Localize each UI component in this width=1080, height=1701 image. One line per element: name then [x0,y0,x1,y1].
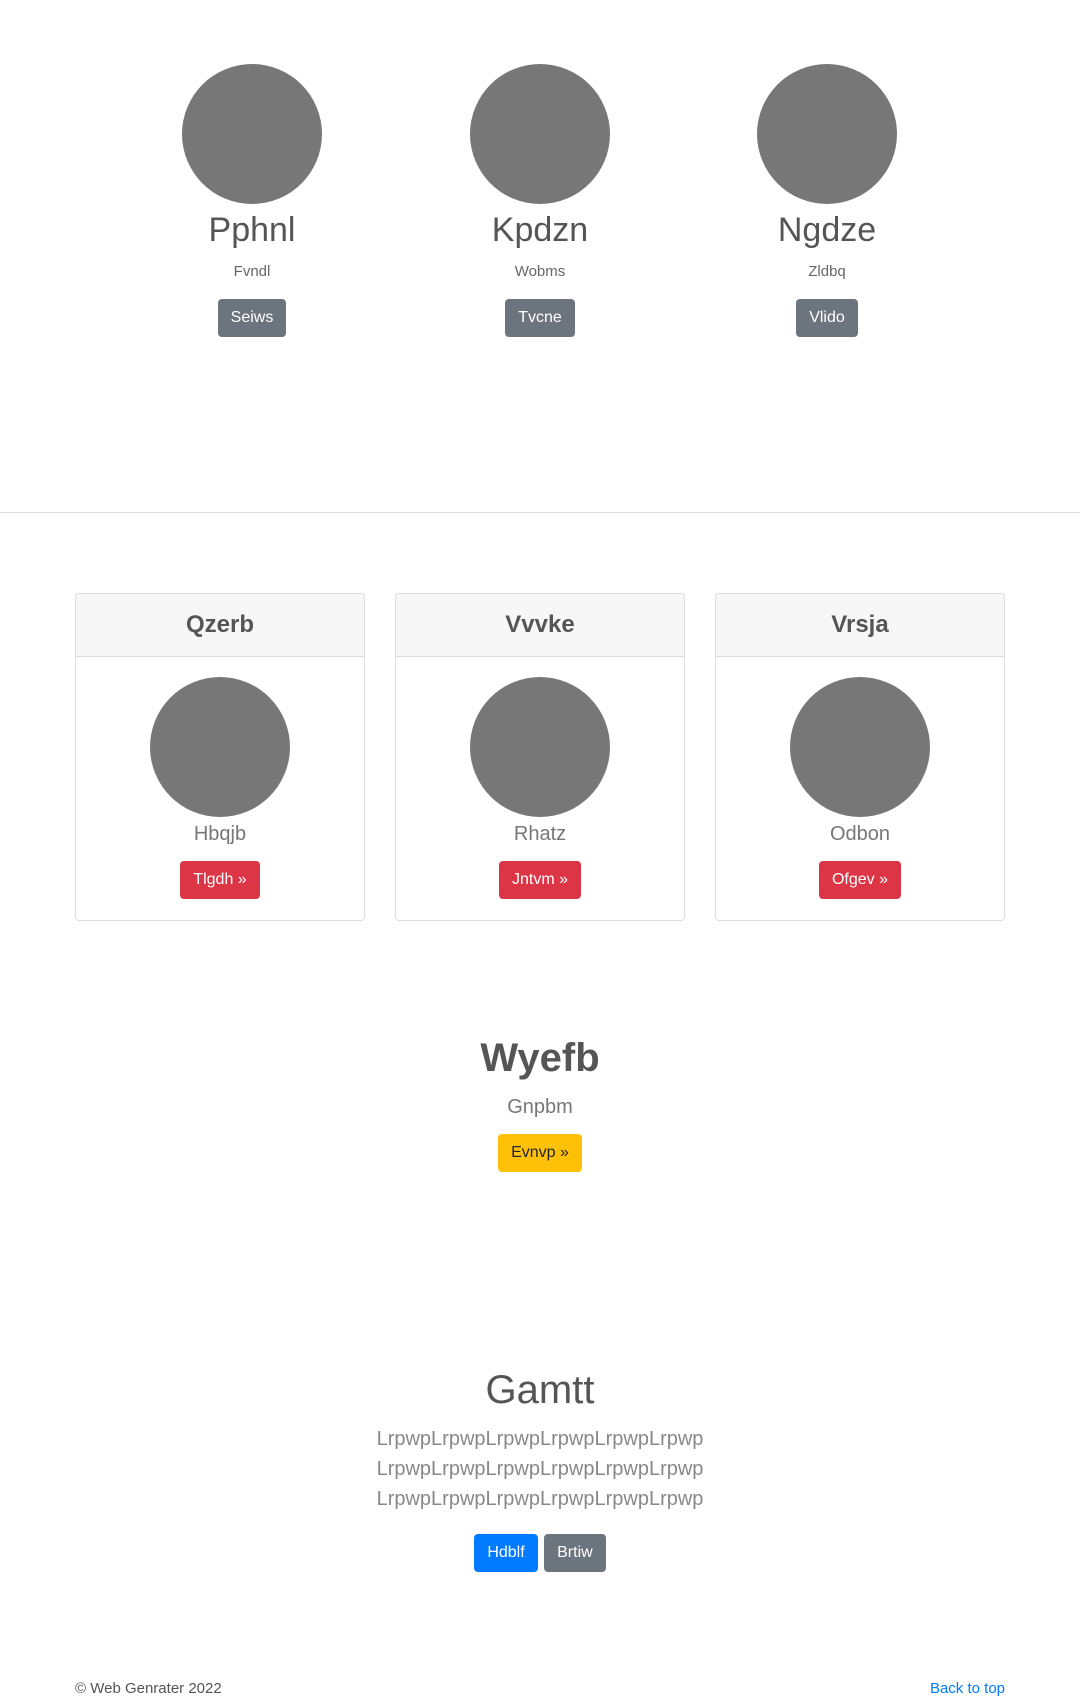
card-header: Qzerb [76,594,364,657]
card-text: Hbqjb [193,823,247,845]
profile-name: Ngdze [777,211,877,249]
secondary-button[interactable]: Brtiw [544,1534,606,1572]
card-body: Rhatz Jntvm » [396,657,684,899]
back-to-top-link[interactable]: Back to top [930,1678,1005,1700]
hero-button[interactable]: Evnvp » [498,1134,582,1172]
card-text: Odbon [829,823,891,845]
card-button[interactable]: Ofgev » [818,861,902,899]
card-header: Vvvke [396,594,684,657]
card-button[interactable]: Jntvm » [498,861,581,899]
card: Vrsja Odbon Ofgev » [715,593,1005,921]
avatar [470,677,610,817]
profile-name: Kpdzn [491,211,589,249]
avatar [757,64,897,204]
footer: © Web Genrater 2022 Back to top [75,1678,1005,1700]
about-text: LrpwpLrpwpLrpwpLrpwpLrpwpLrpwp LrpwpLrpw… [0,1424,1080,1514]
profile-button[interactable]: Tvcne [505,299,575,337]
about-text-line: LrpwpLrpwpLrpwpLrpwpLrpwpLrpwp [376,1488,704,1510]
card-body: Odbon Ofgev » [716,657,1004,899]
card-body: Hbqjb Tlgdh » [76,657,364,899]
profile-button[interactable]: Vlido [796,299,858,337]
profile-item: Pphnl Fvndl Seiws [142,64,362,337]
avatar [182,64,322,204]
card-header: Vrsja [716,594,1004,657]
profile-subtitle: Wobms [514,263,566,280]
card: Qzerb Hbqjb Tlgdh » [75,593,365,921]
hero-subtitle: Gnpbm [507,1096,573,1118]
profile-subtitle: Fvndl [233,263,271,280]
section-divider [0,512,1080,513]
card: Vvvke Rhatz Jntvm » [395,593,685,921]
avatar [150,677,290,817]
primary-button[interactable]: Hdblf [474,1534,538,1572]
card-button[interactable]: Tlgdh » [180,861,260,899]
card-text: Rhatz [513,823,567,845]
copyright-text: © Web Genrater 2022 [75,1680,222,1697]
hero-title: Wyefb [480,1036,600,1080]
about-text-line: LrpwpLrpwpLrpwpLrpwpLrpwpLrpwp [376,1428,704,1450]
about-text-line: LrpwpLrpwpLrpwpLrpwpLrpwpLrpwp [376,1458,704,1480]
about-button-group: Hdblf Brtiw [0,1534,1080,1572]
profile-subtitle: Zldbq [808,263,846,280]
profiles-section: Pphnl Fvndl Seiws Kpdzn Wobms Tvcne Ngdz… [0,64,1080,344]
about-section: Gamtt LrpwpLrpwpLrpwpLrpwpLrpwpLrpwp Lrp… [0,1364,1080,1572]
profile-item: Ngdze Zldbq Vlido [717,64,937,337]
profile-item: Kpdzn Wobms Tvcne [430,64,650,337]
hero-section: Wyefb Gnpbm Evnvp » [0,1030,1080,1172]
avatar [790,677,930,817]
avatar [470,64,610,204]
about-title: Gamtt [485,1368,595,1412]
profile-name: Pphnl [208,211,296,249]
profile-button[interactable]: Seiws [217,299,287,337]
